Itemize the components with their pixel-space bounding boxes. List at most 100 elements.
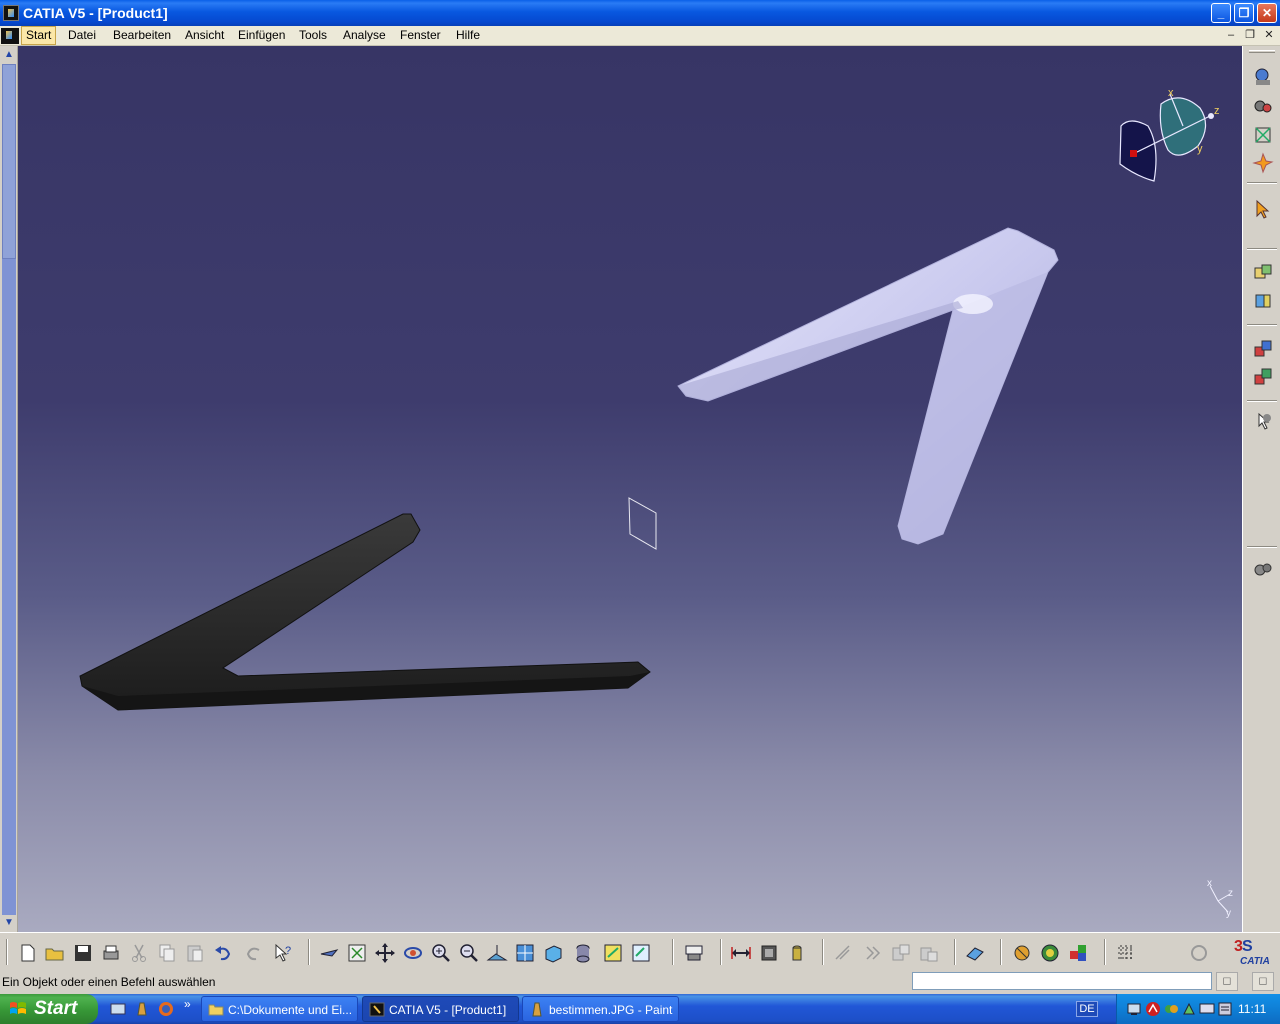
fly-mode-icon[interactable] [1252, 66, 1274, 88]
task-catia[interactable]: CATIA V5 - [Product1] [362, 996, 519, 1022]
walk-icon[interactable] [1252, 96, 1274, 118]
display-tray-icon[interactable] [1217, 1001, 1233, 1017]
command-input[interactable] [912, 972, 1212, 990]
assembly-constraints-icon[interactable] [1252, 338, 1274, 360]
menu-start[interactable]: Start [21, 26, 57, 45]
wireframe-plane[interactable] [628, 497, 657, 550]
iso-view-icon[interactable] [542, 942, 564, 964]
mdi-restore-button[interactable]: ❐ [1243, 29, 1257, 42]
fly-icon[interactable] [318, 942, 340, 964]
catalog-icon[interactable] [758, 942, 780, 964]
fit-icon[interactable] [1252, 124, 1274, 146]
zoom-in-icon[interactable] [430, 942, 452, 964]
folder-icon [208, 1004, 224, 1016]
product-icon[interactable] [1252, 262, 1274, 284]
constraint-icon[interactable] [890, 942, 912, 964]
pan-icon[interactable] [374, 942, 396, 964]
toolbar-grip[interactable] [1249, 50, 1275, 53]
fit-all-icon[interactable] [346, 942, 368, 964]
toolbar-grip[interactable] [6, 939, 8, 965]
catia-app-icon[interactable] [3, 5, 19, 21]
catia-icon [369, 1002, 385, 1017]
scroll-up-icon[interactable]: ▲ [2, 48, 16, 62]
command-button-1[interactable]: ◻ [1216, 972, 1238, 991]
start-button[interactable]: Start [0, 994, 98, 1024]
close-button[interactable]: ✕ [1257, 3, 1277, 23]
menu-tools[interactable]: Tools [295, 26, 331, 45]
antivirus-icon[interactable] [1145, 1001, 1161, 1017]
firefox-icon[interactable] [158, 1001, 174, 1017]
triad-y-label: y [1226, 908, 1231, 919]
quicklaunch-chevron[interactable]: » [184, 997, 191, 1011]
section-icon[interactable] [786, 942, 808, 964]
save-icon[interactable] [72, 942, 94, 964]
3d-viewport[interactable]: x z y x z y [18, 46, 1242, 932]
new-icon[interactable] [17, 942, 39, 964]
command-button-2[interactable]: ◻ [1252, 972, 1274, 991]
undo-icon[interactable] [212, 942, 234, 964]
whats-this-icon[interactable]: ? [272, 942, 294, 964]
open-icon[interactable] [44, 942, 66, 964]
catia-logo-icon: 3 SCATIA [1234, 938, 1270, 967]
manipulate-icon[interactable] [1252, 410, 1274, 432]
mdi-close-button[interactable]: ✕ [1262, 29, 1276, 42]
update-tray-icon[interactable] [1181, 1001, 1197, 1017]
select-arrow-icon[interactable] [1252, 198, 1274, 220]
triad-z-label: z [1228, 888, 1233, 899]
scroll-down-icon[interactable]: ▼ [2, 916, 16, 930]
refresh-icon[interactable] [1188, 942, 1210, 964]
copy-icon[interactable] [156, 942, 178, 964]
explode-icon[interactable] [832, 942, 854, 964]
compass-widget[interactable]: x z y [1119, 87, 1220, 182]
gear-icon[interactable] [1252, 558, 1274, 580]
swap-icon[interactable] [630, 942, 652, 964]
part-icon[interactable] [1252, 290, 1274, 312]
shading-icon[interactable] [572, 942, 594, 964]
update-icon[interactable] [1252, 366, 1274, 388]
cut-icon[interactable] [128, 942, 150, 964]
paste-icon[interactable] [184, 942, 206, 964]
snap-icon[interactable] [862, 942, 884, 964]
task-paint[interactable]: bestimmen.JPG - Paint [522, 996, 679, 1022]
render-icon[interactable] [1039, 942, 1061, 964]
paint-quicklaunch-icon[interactable] [134, 1001, 150, 1017]
material-icon[interactable] [964, 942, 986, 964]
document-icon[interactable] [1, 28, 19, 44]
monitor-tray-icon[interactable] [1199, 1001, 1215, 1017]
hide-show-icon[interactable] [602, 942, 624, 964]
menu-hilfe[interactable]: Hilfe [452, 26, 484, 45]
light-part[interactable] [677, 227, 1059, 545]
redo-icon[interactable] [243, 942, 265, 964]
constraint-alt-icon[interactable] [918, 942, 940, 964]
measure-icon[interactable] [683, 942, 705, 964]
desktop-icon[interactable] [110, 1001, 126, 1017]
toolbar-separator [1247, 324, 1277, 326]
rotate-icon[interactable] [402, 942, 424, 964]
print-icon[interactable] [100, 942, 122, 964]
language-indicator[interactable]: DE [1076, 1001, 1098, 1017]
menu-fenster[interactable]: Fenster [396, 26, 445, 45]
scroll-track[interactable] [2, 259, 16, 915]
menu-ansicht[interactable]: Ansicht [181, 26, 228, 45]
scroll-thumb[interactable] [2, 64, 16, 259]
menu-bearbeiten[interactable]: Bearbeiten [109, 26, 175, 45]
minimize-button[interactable]: _ [1211, 3, 1231, 23]
grid-icon[interactable] [1115, 942, 1137, 964]
maximize-button[interactable]: ❐ [1234, 3, 1254, 23]
messenger-icon[interactable] [1163, 1001, 1179, 1017]
zoom-out-icon[interactable] [458, 942, 480, 964]
sketch-icon[interactable] [1067, 942, 1089, 964]
menu-datei[interactable]: Datei [64, 26, 100, 45]
clash-icon[interactable] [730, 942, 752, 964]
normal-view-icon[interactable] [486, 942, 508, 964]
task-explorer[interactable]: C:\Dokumente und Ei... [201, 996, 358, 1022]
vertical-scrollbar[interactable]: ▲ ▼ [0, 46, 18, 932]
menu-einfuegen[interactable]: Einfügen [234, 26, 289, 45]
multi-view-icon[interactable] [514, 942, 536, 964]
network-icon[interactable] [1126, 1001, 1142, 1017]
spark-icon[interactable] [1252, 152, 1274, 174]
menu-analyse[interactable]: Analyse [339, 26, 390, 45]
apply-material-icon[interactable] [1011, 942, 1033, 964]
mdi-minimize-button[interactable]: – [1224, 29, 1238, 42]
dark-part[interactable] [79, 513, 651, 711]
